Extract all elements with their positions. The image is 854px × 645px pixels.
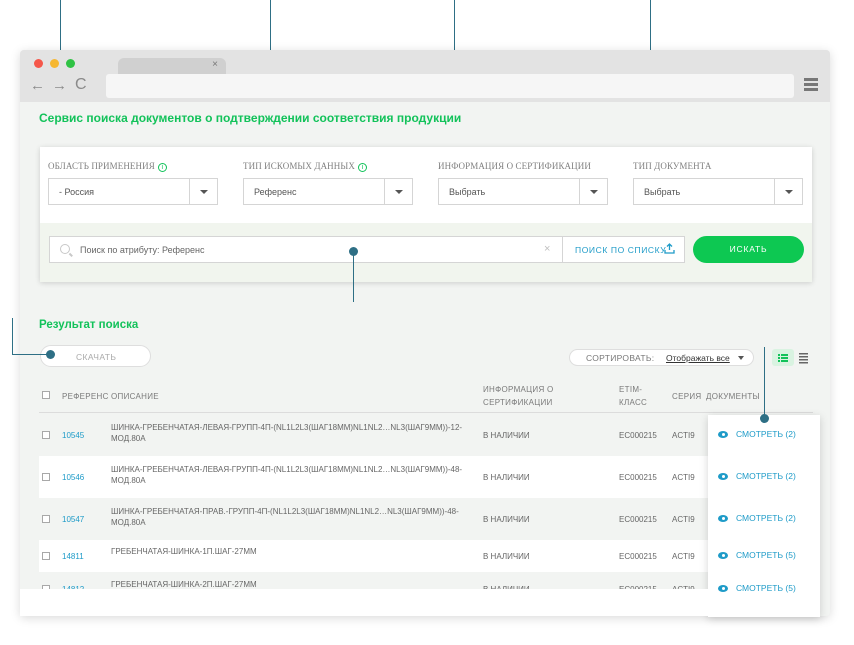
view-docs-link[interactable]: СМОТРЕТЬ (2) xyxy=(718,429,796,439)
datatype-select[interactable]: Референс xyxy=(243,178,413,205)
row-series: ACTI9 xyxy=(672,515,695,524)
doctype-select[interactable]: Выбрать xyxy=(633,178,803,205)
col-cert[interactable]: ИНФОРМАЦИЯ О СЕРТИФИКАЦИИ xyxy=(483,383,554,409)
chevron-down-icon xyxy=(189,179,217,204)
ref-link[interactable]: 10547 xyxy=(62,515,84,524)
annotation-line-download-v xyxy=(12,318,13,355)
search-button[interactable]: ИСКАТЬ xyxy=(693,236,804,263)
bottom-fade xyxy=(20,589,708,616)
row-cert: В НАЛИЧИИ xyxy=(483,473,530,482)
row-description: ШИНКА-ГРЕБЕНЧАТАЯ-ЛЕВАЯ-ГРУПП-4П-(NL1L2L… xyxy=(111,423,463,443)
ref-link[interactable]: 14811 xyxy=(62,552,84,561)
col-desc[interactable]: ОПИСАНИЕ xyxy=(111,390,159,403)
search-input[interactable]: Поиск по атрибуту: Референс × ПОИСК ПО С… xyxy=(49,236,685,263)
page-title: Сервис поиска документов о подтверждении… xyxy=(39,111,462,125)
filter-label-region: ОБЛАСТЬ ПРИМЕНЕНИЯ i xyxy=(48,161,167,172)
col-series[interactable]: СЕРИЯ xyxy=(672,390,701,403)
grid-view-icon[interactable] xyxy=(772,349,794,366)
annotation-dot-docs xyxy=(760,414,769,423)
search-input-text: Поиск по атрибуту: Референс xyxy=(80,245,205,255)
info-icon[interactable]: i xyxy=(357,163,367,172)
table-row[interactable]: 10546 ШИНКА-ГРЕБЕНЧАТАЯ-ЛЕВАЯ-ГРУПП-4П-(… xyxy=(39,456,813,498)
annotation-line-docs xyxy=(764,347,765,419)
row-series: ACTI9 xyxy=(672,552,695,561)
browser-toolbar: × ← → C xyxy=(20,50,830,102)
search-band: Поиск по атрибуту: Референс × ПОИСК ПО С… xyxy=(40,223,812,282)
row-cert: В НАЛИЧИИ xyxy=(483,431,530,440)
view-docs-link[interactable]: СМОТРЕТЬ (2) xyxy=(718,513,796,523)
row-description: ШИНКА-ГРЕБЕНЧАТАЯ-ПРАВ.-ГРУПП-4П-(NL1L2L… xyxy=(111,507,459,527)
hamburger-menu-icon[interactable] xyxy=(804,78,818,91)
eye-icon xyxy=(718,552,728,559)
clear-icon[interactable]: × xyxy=(544,243,550,255)
filter-panel: ОБЛАСТЬ ПРИМЕНЕНИЯ i ТИП ИСКОМЫХ ДАННЫХ i … xyxy=(40,147,812,282)
window-minimize-dot[interactable] xyxy=(50,59,59,68)
results-title: Результат поиска xyxy=(39,319,139,331)
upload-icon xyxy=(664,243,675,254)
row-description: ГРЕБЕНЧАТАЯ-ШИНКА-1П.ШАГ-27ММ xyxy=(111,547,257,556)
mockup-stage: × ← → C Сервис поиска документов о подтв… xyxy=(0,0,854,645)
certinfo-select[interactable]: Выбрать xyxy=(438,178,608,205)
chevron-down-icon xyxy=(384,179,412,204)
eye-icon xyxy=(718,515,728,522)
forward-arrow-icon[interactable]: → xyxy=(52,77,67,94)
window-close-dot[interactable] xyxy=(34,59,43,68)
ref-link[interactable]: 10546 xyxy=(62,473,84,482)
search-icon xyxy=(60,244,70,254)
region-select[interactable]: - Россия xyxy=(48,178,218,205)
filter-label-datatype: ТИП ИСКОМЫХ ДАННЫХ i xyxy=(243,161,367,172)
eye-icon xyxy=(718,431,728,438)
row-cert: В НАЛИЧИИ xyxy=(483,552,530,561)
chevron-down-icon xyxy=(579,179,607,204)
select-all-checkbox[interactable] xyxy=(42,391,50,399)
filter-label-certinfo: ИНФОРМАЦИЯ О СЕРТИФИКАЦИИ xyxy=(438,161,591,171)
window-maximize-dot[interactable] xyxy=(66,59,75,68)
row-etim: EC000215 xyxy=(619,515,657,524)
browser-tab[interactable]: × xyxy=(118,58,226,74)
list-view-icon[interactable] xyxy=(794,349,814,366)
table-row[interactable]: 10545 ШИНКА-ГРЕБЕНЧАТАЯ-ЛЕВАЯ-ГРУПП-4П-(… xyxy=(39,414,813,456)
row-checkbox[interactable] xyxy=(42,515,50,523)
row-series: ACTI9 xyxy=(672,473,695,482)
row-etim: EC000215 xyxy=(619,473,657,482)
row-checkbox[interactable] xyxy=(42,431,50,439)
filter-label-doctype: ТИП ДОКУМЕНТА xyxy=(633,161,712,171)
reload-icon[interactable]: C xyxy=(75,76,87,94)
view-docs-link[interactable]: СМОТРЕТЬ (2) xyxy=(718,471,796,481)
col-docs[interactable]: ДОКУМЕНТЫ xyxy=(706,390,760,403)
chevron-down-icon xyxy=(774,179,802,204)
address-bar[interactable] xyxy=(106,74,794,98)
search-by-list-button[interactable]: ПОИСК ПО СПИСКУ xyxy=(562,237,684,262)
row-cert: В НАЛИЧИИ xyxy=(483,515,530,524)
eye-icon xyxy=(718,585,728,592)
view-docs-link[interactable]: СМОТРЕТЬ (5) xyxy=(718,550,796,560)
row-series: ACTI9 xyxy=(672,431,695,440)
row-etim: EC000215 xyxy=(619,552,657,561)
annotation-line-search xyxy=(353,252,354,302)
eye-icon xyxy=(718,473,728,480)
row-checkbox[interactable] xyxy=(42,552,50,560)
documents-column-card: СМОТРЕТЬ (2) СМОТРЕТЬ (2) СМОТРЕТЬ (2) С… xyxy=(708,415,820,617)
row-checkbox[interactable] xyxy=(42,473,50,481)
table-row[interactable]: 10547 ШИНКА-ГРЕБЕНЧАТАЯ-ПРАВ.-ГРУПП-4П-(… xyxy=(39,498,813,540)
tab-close-icon[interactable]: × xyxy=(212,59,218,70)
download-button[interactable]: СКАЧАТЬ xyxy=(40,345,151,367)
annotation-dot-download xyxy=(46,350,55,359)
sort-dropdown[interactable]: СОРТИРОВАТЬ: Отображать все xyxy=(569,349,754,366)
row-etim: EC000215 xyxy=(619,431,657,440)
back-arrow-icon[interactable]: ← xyxy=(30,77,45,94)
caret-down-icon xyxy=(738,356,744,360)
col-etim[interactable]: ETIM- КЛАСС xyxy=(619,383,647,409)
table-header: РЕФЕРЕНС ОПИСАНИЕ ИНФОРМАЦИЯ О СЕРТИФИКАЦ… xyxy=(39,379,813,413)
view-docs-link[interactable]: СМОТРЕТЬ (5) xyxy=(718,583,796,593)
col-ref[interactable]: РЕФЕРЕНС xyxy=(62,390,109,403)
row-description: ШИНКА-ГРЕБЕНЧАТАЯ-ЛЕВАЯ-ГРУПП-4П-(NL1L2L… xyxy=(111,465,463,485)
table-row[interactable]: 14811 ГРЕБЕНЧАТАЯ-ШИНКА-1П.ШАГ-27ММ В НА… xyxy=(39,540,813,572)
info-icon[interactable]: i xyxy=(157,163,167,172)
ref-link[interactable]: 10545 xyxy=(62,431,84,440)
annotation-dot-search xyxy=(349,247,358,256)
